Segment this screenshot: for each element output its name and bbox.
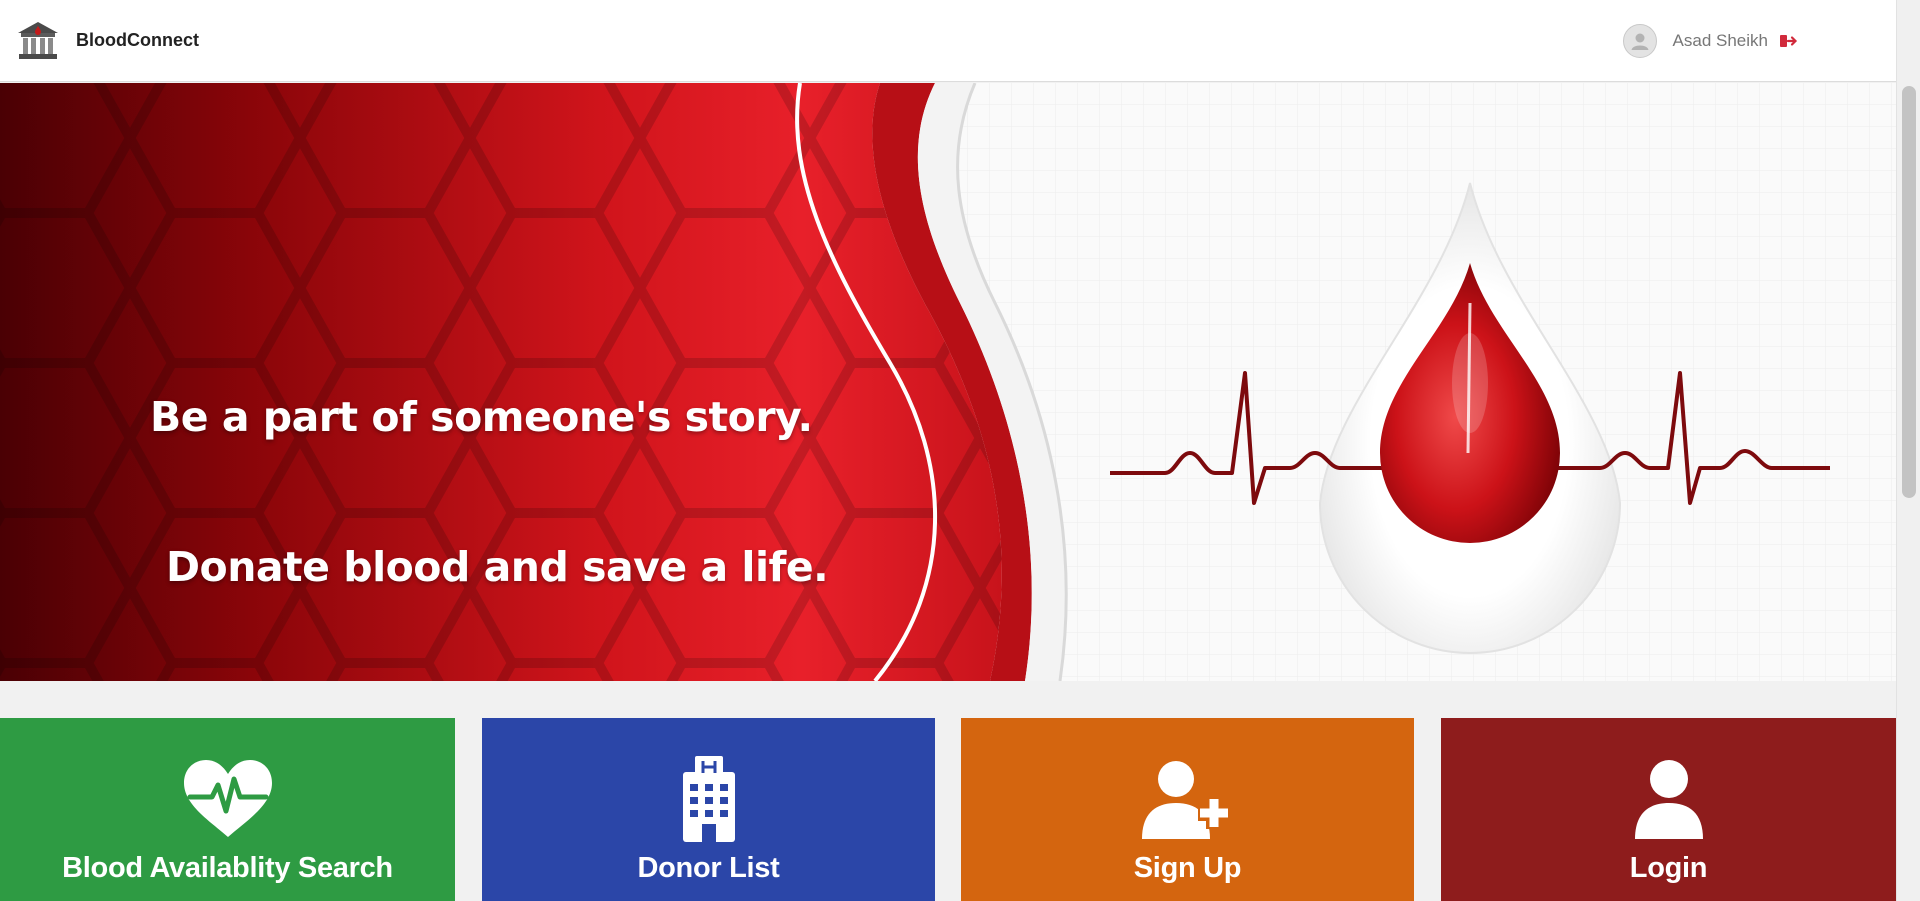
user-plus-icon [1138, 754, 1238, 844]
tile-label: Sign Up [1133, 852, 1242, 884]
donor-list-tile[interactable]: Donor List [482, 718, 935, 901]
hero-background-art [0, 83, 1896, 681]
blood-availability-search-tile[interactable]: Blood Availablity Search [0, 718, 455, 901]
hospital-building-icon [659, 754, 759, 844]
page-scrollbar[interactable] [1896, 0, 1920, 901]
user-name: Asad Sheikh [1672, 31, 1768, 50]
hero-tagline-2: Donate blood and save a life. [166, 543, 829, 591]
hero-tagline-1: Be a part of someone's story. [150, 393, 813, 441]
user-icon [1619, 754, 1719, 844]
logout-icon[interactable] [1778, 30, 1800, 52]
tile-label: Login [1629, 852, 1708, 884]
brand-name: BloodConnect [76, 30, 199, 50]
scrollbar-thumb[interactable] [1902, 86, 1916, 498]
sign-up-tile[interactable]: Sign Up [961, 718, 1414, 901]
tile-label: Blood Availablity Search [62, 852, 393, 884]
hero-banner: Be a part of someone's story. Donate blo… [0, 83, 1896, 681]
user-menu[interactable]: Asad Sheikh [1622, 0, 1800, 82]
user-avatar-icon [1622, 24, 1657, 58]
top-navigation-bar: BloodConnect Asad Sheikh [0, 0, 1896, 82]
brand-link[interactable]: BloodConnect [14, 17, 199, 65]
feature-tiles: Blood Availablity Search Donor List Sign… [0, 718, 1896, 901]
tile-label: Donor List [637, 852, 780, 884]
login-tile[interactable]: Login [1441, 718, 1896, 901]
heart-pulse-icon [178, 754, 278, 844]
blood-bank-building-icon [14, 17, 62, 65]
